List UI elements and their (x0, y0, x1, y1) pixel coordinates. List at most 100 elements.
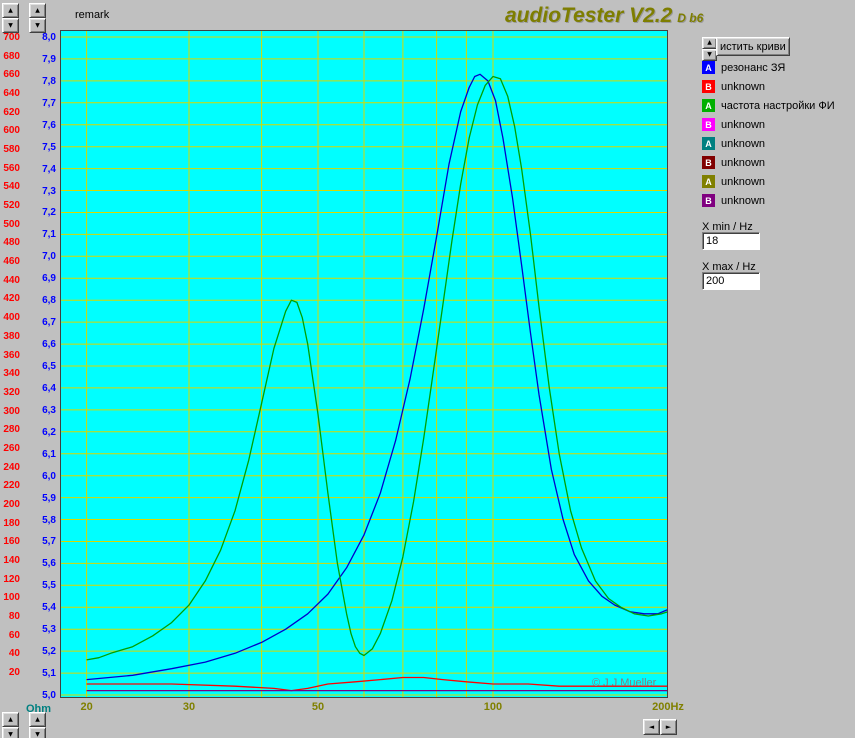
y-axis-blue-tick: 6,6 (42, 339, 56, 351)
scroll-left-button[interactable]: ◄ (643, 719, 660, 735)
legend-label: unknown (721, 118, 766, 131)
y-axis-red-tick: 480 (3, 237, 20, 249)
y-axis-red-tick: 320 (3, 386, 20, 398)
y-axis-red-tick: 300 (3, 405, 20, 417)
y-axis-blue-tick: 5,6 (42, 558, 56, 570)
x-axis-tick: 30 (182, 701, 196, 713)
y-axis-red-tick: 240 (3, 461, 20, 473)
panel-spin-up-button[interactable]: ▲ (702, 37, 717, 49)
bottom-left-spinner-a: ▲ ▼ (2, 712, 19, 738)
x-axis-tick: 50 (311, 701, 325, 713)
remark-label: remark (75, 9, 110, 21)
audiotester-window: ▲ ▼ ▲ ▼ remark audioTester V2.2 D b6 700 6… (0, 0, 855, 738)
y-axis-red-tick: 340 (3, 368, 20, 380)
app-title: audioTester V2.2 D b6 (505, 4, 703, 28)
legend-item[interactable]: Bunknown (702, 153, 835, 172)
spin-up-button[interactable]: ▲ (2, 712, 19, 727)
legend-color-swatch: A (702, 175, 715, 188)
y-axis-blue-tick: 7,4 (42, 163, 56, 175)
y-axis-blue-tick: 6,1 (42, 448, 56, 460)
legend-item[interactable]: Bunknown (702, 77, 835, 96)
y-axis-red-tick: 60 (8, 629, 20, 641)
y-axis-blue-tick: 7,7 (42, 97, 56, 109)
y-axis-red-tick: 80 (8, 610, 20, 622)
y-axis-blue: 8,0 7,9 7,8 7,7 7,6 7,5 7,4 7,3 7,2 7,1 7,0 6,9 6,8 6… (34, 0, 56, 738)
y-axis-blue-tick: 7,1 (42, 229, 56, 241)
copyright-label: © J.J.Mueller (592, 677, 657, 689)
y-axis-blue-tick: 7,8 (42, 75, 56, 87)
y-axis-blue-tick: 8,0 (42, 32, 56, 43)
y-axis-blue-tick: 6,4 (42, 382, 56, 394)
y-axis-red-tick: 140 (3, 554, 20, 566)
y-axis-blue-tick: 7,9 (42, 53, 56, 65)
legend-item[interactable]: Aчастота настройки ФИ (702, 96, 835, 115)
y-axis-red-tick: 160 (3, 536, 20, 548)
left-arrow-icon: ◄ (648, 722, 655, 731)
y-axis-red-tick: 440 (3, 274, 20, 286)
y-axis-blue-tick: 5,8 (42, 514, 56, 526)
scroll-right-button[interactable]: ► (660, 719, 677, 735)
right-arrow-icon: ► (665, 722, 672, 731)
legend-label: частота настройки ФИ (721, 99, 835, 112)
y-axis-red: 700 680 660 640 620 600 580 560 540 520 500 480 460 4… (0, 0, 20, 738)
legend-item[interactable]: Aunknown (702, 172, 835, 191)
y-axis-blue-tick: 7,0 (42, 251, 56, 263)
x-axis-tick: 20 (80, 701, 93, 713)
legend-item[interactable]: Aunknown (702, 134, 835, 153)
y-axis-red-tick: 400 (3, 312, 20, 324)
y-axis-blue-tick: 7,2 (42, 207, 56, 219)
y-axis-blue-tick: 6,8 (42, 295, 56, 307)
y-axis-blue-tick: 7,3 (42, 185, 56, 197)
y-axis-blue-tick: 7,5 (42, 141, 56, 153)
y-axis-red-tick: 560 (3, 162, 20, 174)
y-axis-blue-tick: 6,7 (42, 317, 56, 329)
spin-down-button[interactable]: ▼ (2, 727, 19, 738)
legend-item[interactable]: Aрезонанс ЗЯ (702, 58, 835, 77)
y-axis-red-tick: 220 (3, 480, 20, 492)
y-axis-red-tick: 640 (3, 88, 20, 100)
legend-color-swatch: B (702, 80, 715, 93)
clear-curves-button[interactable]: истить криви (716, 37, 790, 56)
y-axis-blue-tick: 5,2 (42, 646, 56, 658)
y-axis-red-tick: 40 (8, 648, 20, 660)
y-axis-red-tick: 660 (3, 69, 20, 81)
xmin-input[interactable] (702, 232, 760, 250)
down-arrow-icon: ▼ (8, 730, 13, 738)
y-axis-red-tick: 260 (3, 442, 20, 454)
y-axis-red-tick: 180 (3, 517, 20, 529)
y-axis-blue-tick: 5,3 (42, 624, 56, 636)
legend-color-swatch: A (702, 61, 715, 74)
y-axis-red-tick: 500 (3, 218, 20, 230)
x-axis-labels: 20 30 50 100 200Hz (0, 701, 855, 715)
legend-color-swatch: B (702, 194, 715, 207)
xmax-input[interactable] (702, 272, 760, 290)
y-axis-blue-tick: 5,7 (42, 536, 56, 548)
spin-up-button[interactable]: ▲ (29, 712, 46, 727)
legend-label: резонанс ЗЯ (721, 61, 786, 74)
legend-item[interactable]: Bunknown (702, 115, 835, 134)
y-axis-red-tick: 120 (3, 573, 20, 585)
y-axis-blue-tick: 6,0 (42, 470, 56, 482)
legend-color-swatch: B (702, 118, 715, 131)
y-axis-blue-tick: 6,2 (42, 426, 56, 438)
y-axis-blue-tick: 5,5 (42, 580, 56, 592)
down-arrow-icon: ▼ (35, 730, 40, 738)
y-axis-blue-tick: 5,1 (42, 668, 56, 680)
legend-label: unknown (721, 156, 766, 169)
y-axis-red-tick: 460 (3, 256, 20, 268)
up-arrow-icon: ▲ (35, 715, 40, 723)
legend-label: unknown (721, 175, 766, 188)
y-axis-red-tick: 580 (3, 144, 20, 156)
legend-color-swatch: B (702, 156, 715, 169)
y-axis-red-tick: 540 (3, 181, 20, 193)
legend-label: unknown (721, 137, 766, 150)
y-axis-red-tick: 680 (3, 50, 20, 62)
app-title-suffix: D b6 (677, 11, 704, 25)
y-axis-red-tick: 420 (3, 293, 20, 305)
legend: Aрезонанс ЗЯ Bunknown Aчастота настройки Ф… (702, 58, 835, 210)
spin-down-button[interactable]: ▼ (29, 727, 46, 738)
x-scroll-spinner: ◄ ► (643, 719, 677, 735)
y-axis-red-tick: 600 (3, 125, 20, 137)
app-title-text: audioTester V2.2 (505, 4, 673, 27)
legend-item[interactable]: Bunknown (702, 191, 835, 210)
